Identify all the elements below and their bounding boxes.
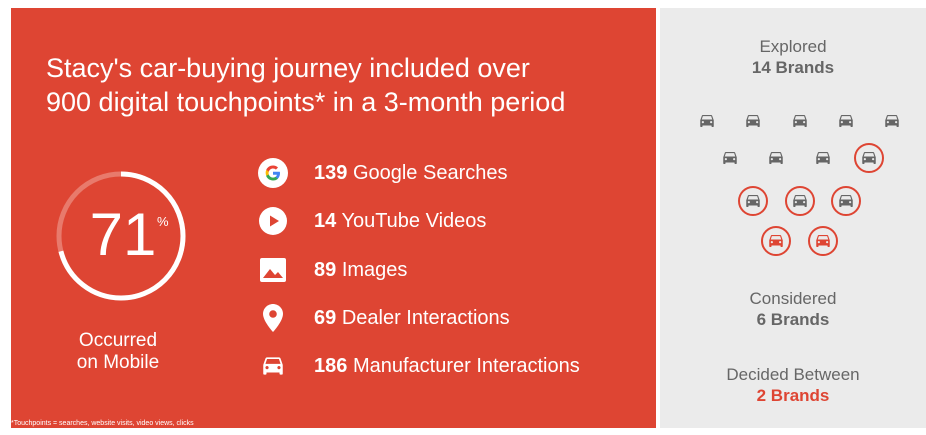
stat-google-searches: 139 Google Searches bbox=[256, 153, 636, 193]
stat-count: 89 bbox=[314, 258, 337, 281]
explored-value: 14 Brands bbox=[751, 58, 835, 77]
headline-line-1: Stacy's car-buying journey included over bbox=[46, 53, 530, 83]
mobile-caption-line-2: on Mobile bbox=[76, 352, 160, 373]
stat-count: 139 bbox=[314, 161, 348, 184]
car-icon bbox=[854, 143, 884, 173]
car-icon bbox=[256, 349, 290, 383]
stat-count: 69 bbox=[314, 306, 337, 329]
stat-label: Dealer Interactions bbox=[341, 306, 510, 329]
considered-value: 6 Brands bbox=[756, 310, 830, 329]
mobile-caption: Occurred on Mobile bbox=[33, 330, 203, 374]
stat-dealer-interactions: 69 Dealer Interactions bbox=[256, 298, 636, 338]
car-icon bbox=[763, 145, 789, 171]
car-icon bbox=[831, 186, 861, 216]
stat-count: 14 bbox=[314, 209, 337, 232]
youtube-play-icon bbox=[256, 204, 290, 238]
car-icon bbox=[694, 108, 720, 134]
explored-block: Explored 14 Brands bbox=[660, 36, 926, 78]
car-icon bbox=[810, 145, 836, 171]
stat-manufacturer-interactions: 186 Manufacturer Interactions bbox=[256, 346, 636, 386]
footnote: *Touchpoints = searches, website visits,… bbox=[11, 420, 194, 427]
car-icon bbox=[740, 108, 766, 134]
car-icon bbox=[717, 145, 743, 171]
percent-sign: % bbox=[157, 214, 169, 229]
stat-label: YouTube Videos bbox=[341, 209, 487, 232]
google-icon bbox=[256, 156, 290, 190]
stat-count: 186 bbox=[314, 354, 348, 377]
mobile-caption-line-1: Occurred bbox=[78, 330, 158, 351]
stat-label: Manufacturer Interactions bbox=[352, 354, 580, 377]
headline: Stacy's car-buying journey included over… bbox=[46, 51, 565, 119]
car-icon bbox=[808, 226, 838, 256]
considered-block: Considered 6 Brands bbox=[660, 288, 926, 330]
car-icon bbox=[738, 186, 768, 216]
decided-value: 2 Brands bbox=[756, 386, 830, 405]
car-icon bbox=[787, 108, 813, 134]
decided-block: Decided Between 2 Brands bbox=[660, 364, 926, 406]
stat-label: Images bbox=[341, 258, 408, 281]
explored-label: Explored bbox=[759, 37, 827, 56]
stat-label: Google Searches bbox=[352, 161, 508, 184]
brands-funnel-panel: Explored 14 Brands Considered 6 Brands D… bbox=[660, 8, 926, 428]
decided-label: Decided Between bbox=[726, 365, 860, 384]
car-icon bbox=[879, 108, 905, 134]
mobile-percent-value: 71 bbox=[89, 201, 157, 268]
image-icon bbox=[256, 253, 290, 287]
touchpoints-panel: Stacy's car-buying journey included over… bbox=[11, 8, 656, 428]
stat-youtube-videos: 14 YouTube Videos bbox=[256, 201, 636, 241]
location-pin-icon bbox=[256, 301, 290, 335]
mobile-percent-ring: 71 % bbox=[53, 168, 189, 304]
car-icon bbox=[785, 186, 815, 216]
considered-label: Considered bbox=[749, 289, 837, 308]
car-icon bbox=[761, 226, 791, 256]
headline-line-2: 900 digital touchpoints* in a 3-month pe… bbox=[46, 87, 566, 117]
car-icon bbox=[833, 108, 859, 134]
stat-images: 89 Images bbox=[256, 250, 636, 290]
